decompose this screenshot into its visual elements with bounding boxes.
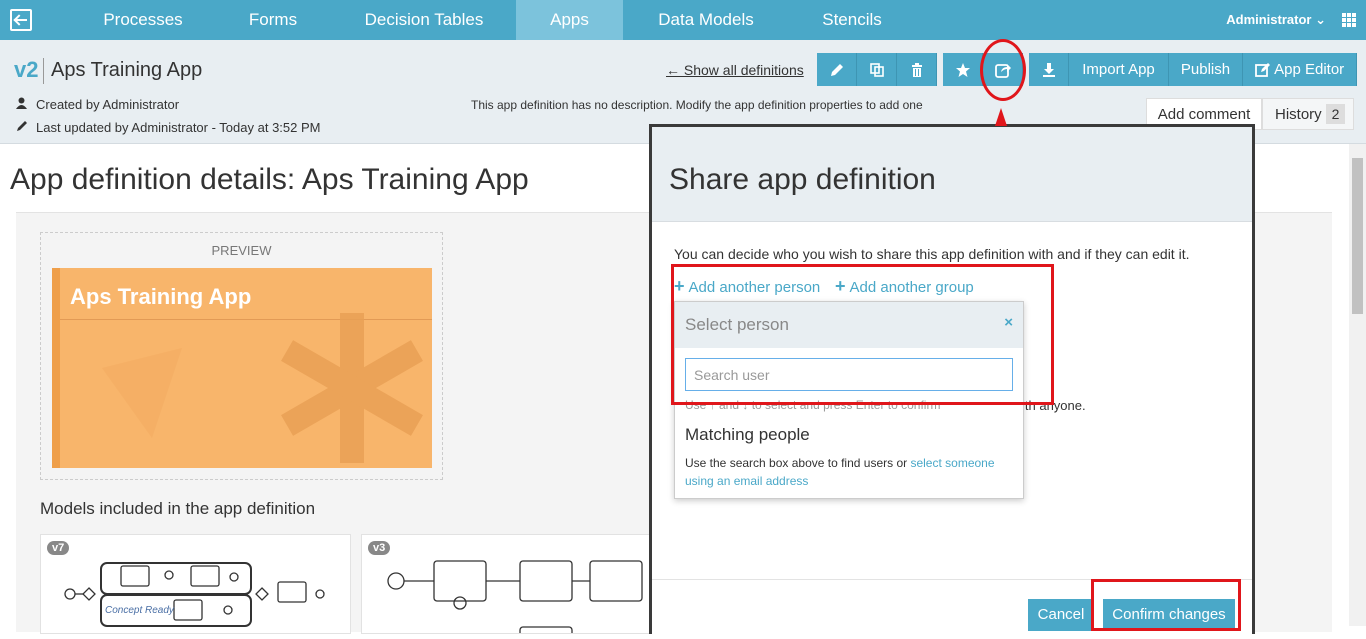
- star-icon: [955, 63, 970, 78]
- history-count-badge: 2: [1325, 104, 1346, 124]
- created-by: Created by Administrator: [16, 97, 179, 112]
- help-text: Use the search box above to find users o…: [685, 456, 911, 470]
- last-updated-text: Last updated by Administrator - Today at…: [36, 120, 321, 135]
- edit-button[interactable]: [817, 53, 857, 86]
- nav-tab-data-models[interactable]: Data Models: [636, 0, 776, 40]
- annotation-circle: [980, 39, 1026, 101]
- top-navbar: Processes Forms Decision Tables Apps Dat…: [0, 0, 1366, 40]
- pencil-icon: [830, 64, 843, 77]
- version-badge: v7: [47, 541, 70, 555]
- import-app-button[interactable]: Import App: [1069, 53, 1169, 86]
- history-tab[interactable]: History 2: [1262, 98, 1354, 130]
- dialog-title: Share app definition: [669, 163, 936, 196]
- publish-button[interactable]: Publish: [1169, 53, 1243, 86]
- app-editor-label: App Editor: [1274, 61, 1345, 78]
- trash-icon: [911, 63, 922, 78]
- app-preview-tile[interactable]: Aps Training App: [52, 268, 432, 468]
- app-editor-button[interactable]: App Editor: [1243, 53, 1357, 86]
- preview-label: PREVIEW: [211, 243, 272, 258]
- delete-button[interactable]: [897, 53, 937, 86]
- app-grid-icon[interactable]: [1342, 13, 1356, 27]
- annotation-box: [671, 264, 1054, 405]
- models-section-title: Models included in the app definition: [40, 499, 316, 518]
- download-icon: [1042, 63, 1055, 78]
- annotation-box: [1091, 579, 1241, 631]
- chevron-down-icon: ⌄: [1315, 12, 1326, 27]
- edit-square-icon: [1254, 63, 1270, 77]
- model-card[interactable]: v3: [361, 534, 651, 634]
- dialog-description: You can decide who you wish to share thi…: [674, 246, 1190, 262]
- process-diagram-thumbnail: [387, 560, 643, 633]
- tile-stripe: [52, 268, 60, 468]
- process-diagram-thumbnail: [64, 562, 325, 627]
- show-all-definitions-link[interactable]: ← Show all definitions: [666, 62, 804, 78]
- user-name: Administrator: [1226, 12, 1312, 27]
- nav-tab-stencils[interactable]: Stencils: [800, 0, 904, 40]
- dialog-header: Share app definition: [652, 127, 1252, 222]
- favorite-button[interactable]: [943, 53, 983, 86]
- model-card[interactable]: v7 Concept Ready: [40, 534, 351, 634]
- nav-tab-processes[interactable]: Processes: [83, 0, 203, 40]
- nav-tab-apps[interactable]: Apps: [516, 0, 623, 40]
- annotation-arrow-icon: [995, 108, 1007, 126]
- cancel-button[interactable]: Cancel: [1028, 599, 1094, 631]
- app-title: Aps Training App: [51, 59, 203, 81]
- download-button[interactable]: [1029, 53, 1069, 86]
- version-badge: v3: [368, 541, 391, 555]
- preview-title: Aps Training App: [70, 284, 252, 309]
- last-updated: Last updated by Administrator - Today at…: [16, 120, 320, 135]
- no-description-text: This app definition has no description. …: [471, 98, 923, 112]
- scrollbar-thumb[interactable]: [1352, 158, 1363, 314]
- model-label: Concept Ready: [105, 605, 174, 616]
- user-icon: [16, 97, 28, 112]
- copy-button[interactable]: [857, 53, 897, 86]
- page-title: App definition details: Aps Training App: [10, 163, 529, 196]
- asterisk-icon: [281, 313, 423, 463]
- user-menu[interactable]: Administrator ⌄: [1226, 0, 1326, 40]
- pencil-icon: [16, 120, 28, 135]
- search-help-text: Use the search box above to find users o…: [685, 454, 1015, 490]
- nav-tab-decision-tables[interactable]: Decision Tables: [344, 0, 504, 40]
- created-by-text: Created by Administrator: [36, 97, 180, 112]
- matching-people-title: Matching people: [685, 425, 810, 444]
- logout-icon[interactable]: [10, 9, 32, 31]
- version-label: v2: [14, 57, 39, 82]
- copy-icon: [869, 63, 884, 77]
- scrollbar[interactable]: [1349, 144, 1366, 626]
- preview-box: PREVIEW Aps Training App: [40, 232, 443, 480]
- background-shape-icon: [102, 348, 182, 438]
- history-label: History: [1275, 106, 1322, 123]
- divider: [43, 58, 44, 84]
- nav-tab-forms[interactable]: Forms: [222, 0, 324, 40]
